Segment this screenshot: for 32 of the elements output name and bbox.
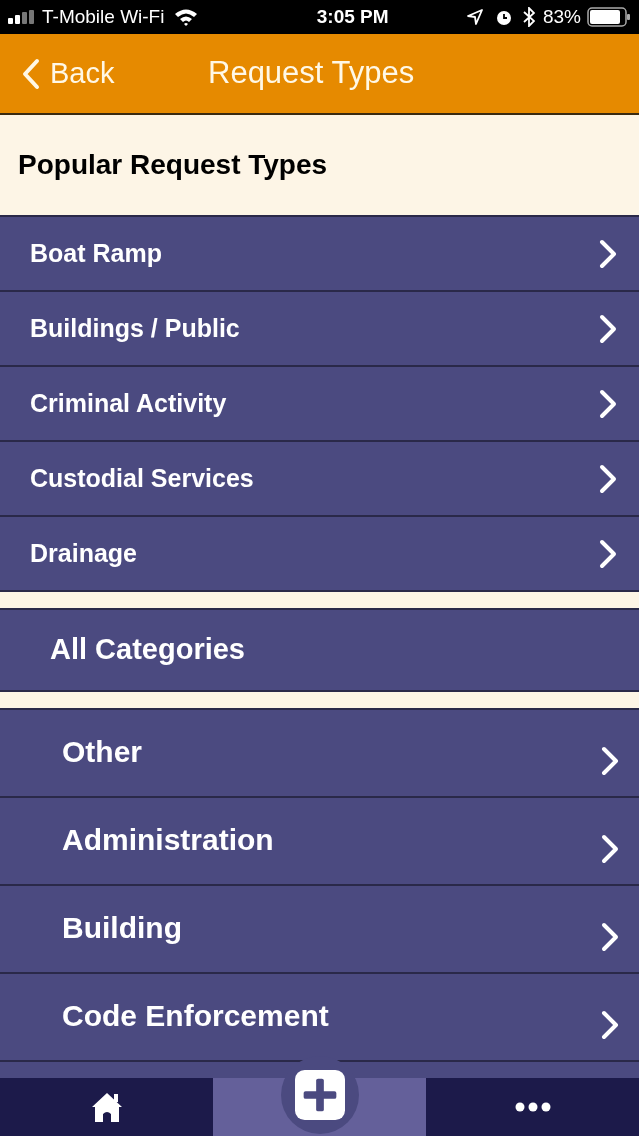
list-item[interactable]: Other (0, 710, 639, 798)
list-item[interactable]: Building (0, 886, 639, 974)
chevron-right-icon (599, 388, 617, 419)
list-item[interactable]: Drainage (0, 517, 639, 592)
page-title: Request Types (208, 54, 415, 93)
alarm-icon (494, 8, 513, 26)
chevron-left-icon (22, 57, 40, 90)
list-item[interactable]: Boat Ramp (0, 217, 639, 292)
chevron-right-icon (601, 1010, 619, 1040)
carrier-text: T-Mobile Wi-Fi (42, 4, 165, 29)
chevron-right-icon (599, 238, 617, 269)
wifi-icon (174, 8, 199, 26)
list-item[interactable]: Administration (0, 798, 639, 886)
chevron-right-icon (599, 463, 617, 494)
time-text: 3:05 PM (315, 4, 389, 29)
list-item[interactable]: Buildings / Public (0, 292, 639, 367)
chevron-right-icon (599, 538, 617, 569)
bluetooth-icon (522, 7, 535, 27)
section-heading: Popular Request Types (18, 148, 328, 182)
section-heading: All Categories (50, 632, 245, 668)
chevron-right-icon (601, 922, 619, 952)
list-item[interactable]: Code Enforcement (0, 974, 639, 1062)
chevron-right-icon (601, 746, 619, 776)
location-icon (466, 9, 483, 25)
list-item[interactable]: Custodial Services (0, 442, 639, 517)
battery-percent-text: 83% (542, 4, 581, 29)
list-item[interactable]: Criminal Activity (0, 367, 639, 442)
plus-icon (295, 1070, 345, 1120)
more-icon (514, 1102, 551, 1112)
battery-icon (587, 7, 631, 27)
chevron-right-icon (599, 313, 617, 344)
chevron-right-icon (601, 834, 619, 864)
